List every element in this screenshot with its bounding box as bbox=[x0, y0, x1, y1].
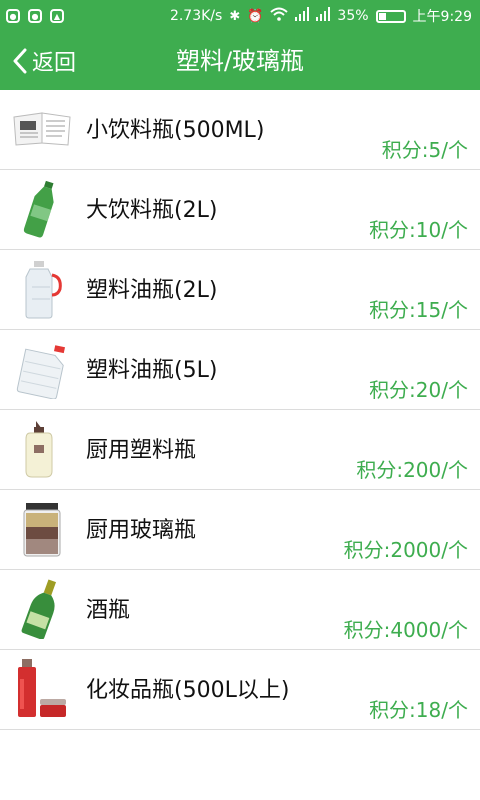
alarm-icon: ⏰ bbox=[247, 8, 264, 24]
item-points: 积分:15/个 bbox=[369, 298, 468, 322]
item-points: 积分:18/个 bbox=[369, 698, 468, 722]
green-soda-bottle-icon bbox=[12, 179, 72, 239]
item-points: 积分:5/个 bbox=[381, 138, 468, 162]
plastic-oil-bottle-icon bbox=[12, 259, 72, 319]
image-notification-icon: ▲ bbox=[50, 9, 64, 23]
status-bar: ● ● ▲ 2.73K/s ✱ ⏰ 35% 上午9:29 bbox=[0, 0, 480, 32]
item-points: 积分:2000/个 bbox=[343, 538, 468, 562]
item-name: 化妆品瓶(500L以上) bbox=[86, 678, 290, 703]
list-item[interactable]: 塑料油瓶(2L) 积分:15/个 bbox=[0, 250, 480, 330]
back-button[interactable]: 返回 bbox=[12, 32, 76, 90]
list-item[interactable]: 厨用玻璃瓶 积分:2000/个 bbox=[0, 490, 480, 570]
clock: 上午9:29 bbox=[412, 9, 472, 25]
battery-fill bbox=[378, 12, 386, 20]
item-name: 厨用玻璃瓶 bbox=[86, 518, 197, 543]
app-bar: 返回 塑料/玻璃瓶 bbox=[0, 32, 480, 90]
item-name: 小饮料瓶(500ML) bbox=[86, 118, 265, 143]
cosmetic-bottles-icon bbox=[12, 659, 72, 719]
item-points: 积分:20/个 bbox=[369, 378, 468, 402]
item-points: 积分:200/个 bbox=[356, 458, 468, 482]
bottle-type-list: 小饮料瓶(500ML) 积分:5/个 大饮料瓶(2L) 积分:10/个 塑料油瓶… bbox=[0, 90, 480, 730]
chevron-left-icon bbox=[12, 48, 28, 74]
item-points: 积分:4000/个 bbox=[343, 618, 468, 642]
wifi-icon bbox=[270, 7, 289, 25]
battery-icon bbox=[375, 9, 406, 23]
list-item[interactable]: 小饮料瓶(500ML) 积分:5/个 bbox=[0, 90, 480, 170]
glass-jar-icon bbox=[12, 499, 72, 559]
item-points: 积分:10/个 bbox=[369, 218, 468, 242]
back-label: 返回 bbox=[32, 51, 77, 76]
item-name: 大饮料瓶(2L) bbox=[86, 198, 218, 223]
list-item[interactable]: 塑料油瓶(5L) 积分:20/个 bbox=[0, 330, 480, 410]
magazine-thumbnail-icon bbox=[12, 99, 72, 159]
item-name: 塑料油瓶(5L) bbox=[86, 358, 218, 383]
large-oil-jug-icon bbox=[12, 339, 72, 400]
signal-icon bbox=[295, 7, 310, 25]
bluetooth-icon: ✱ bbox=[229, 8, 241, 24]
list-item[interactable]: 化妆品瓶(500L以上) 积分:18/个 bbox=[0, 650, 480, 730]
list-item[interactable]: 大饮料瓶(2L) 积分:10/个 bbox=[0, 170, 480, 250]
wine-bottle-icon bbox=[12, 579, 72, 640]
battery-percent: 35% bbox=[337, 8, 369, 24]
status-indicators: 2.73K/s ✱ ⏰ 35% 上午9:29 bbox=[170, 0, 472, 32]
item-name: 厨用塑料瓶 bbox=[86, 438, 197, 463]
notification-icon: ● bbox=[28, 9, 42, 23]
list-item[interactable]: 厨用塑料瓶 积分:200/个 bbox=[0, 410, 480, 490]
notification-icons: ● ● ▲ bbox=[0, 9, 64, 23]
item-name: 塑料油瓶(2L) bbox=[86, 278, 218, 303]
item-name: 酒瓶 bbox=[86, 598, 131, 623]
signal-icon bbox=[316, 7, 331, 25]
notification-icon: ● bbox=[6, 9, 20, 23]
squeeze-bottle-icon bbox=[12, 419, 72, 479]
network-speed: 2.73K/s bbox=[169, 8, 223, 24]
list-item[interactable]: 酒瓶 积分:4000/个 bbox=[0, 570, 480, 650]
